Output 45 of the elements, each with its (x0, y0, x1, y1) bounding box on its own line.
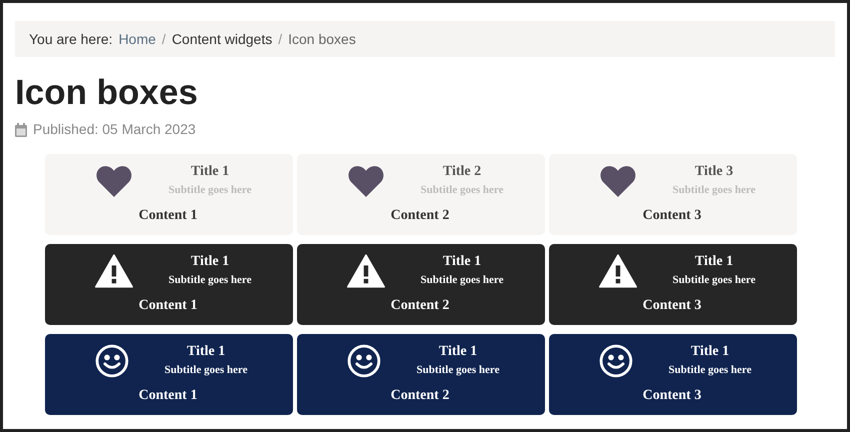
box-title: Title 1 (690, 343, 730, 361)
box-title: Title 2 (442, 163, 482, 181)
published-date: Published: 05 March 2023 (33, 120, 196, 139)
box-content: Content 1 (138, 297, 198, 315)
box-subtitle: Subtitle goes here (672, 183, 756, 198)
box-content: Content 3 (642, 387, 702, 405)
box-subtitle: Subtitle goes here (164, 363, 248, 378)
box-content: Content 2 (390, 297, 450, 315)
warning-icon (95, 254, 133, 288)
breadcrumb-link[interactable]: Home (118, 28, 156, 50)
box-subtitle: Subtitle goes here (168, 273, 252, 288)
box-subtitle: Subtitle goes here (672, 273, 756, 288)
heart-icon (347, 165, 385, 197)
box-subtitle: Subtitle goes here (668, 363, 752, 378)
breadcrumb-separator: / (278, 30, 282, 48)
box-title: Title 1 (694, 253, 734, 271)
warning-icon (599, 254, 637, 288)
box-content: Content 1 (138, 387, 198, 405)
smiley-icon (95, 344, 129, 378)
box-title: Title 1 (438, 343, 478, 361)
breadcrumb-current: Icon boxes (288, 30, 356, 48)
box-subtitle: Subtitle goes here (420, 183, 504, 198)
box-content: Content 3 (642, 207, 702, 225)
breadcrumb-label: You are here: (29, 30, 113, 48)
box-subtitle: Subtitle goes here (416, 363, 500, 378)
box-title: Title 1 (442, 253, 482, 271)
box-title: Title 1 (190, 253, 230, 271)
calendar-icon (15, 122, 27, 136)
page-title: Icon boxes (15, 73, 199, 113)
smiley-icon (347, 344, 381, 378)
box-content: Content 2 (390, 387, 450, 405)
heart-icon (95, 165, 133, 197)
smiley-icon (599, 344, 633, 378)
warning-icon (347, 254, 385, 288)
box-content: Content 2 (390, 207, 450, 225)
heart-icon (599, 165, 637, 197)
box-title: Title 1 (190, 163, 230, 181)
box-title: Title 3 (694, 163, 734, 181)
breadcrumb-link[interactable]: Content widgets (172, 28, 272, 50)
box-content: Content 1 (138, 207, 198, 225)
box-subtitle: Subtitle goes here (420, 273, 504, 288)
box-content: Content 3 (642, 297, 702, 315)
box-title: Title 1 (186, 343, 226, 361)
breadcrumb-separator: / (162, 30, 166, 48)
box-subtitle: Subtitle goes here (168, 183, 252, 198)
